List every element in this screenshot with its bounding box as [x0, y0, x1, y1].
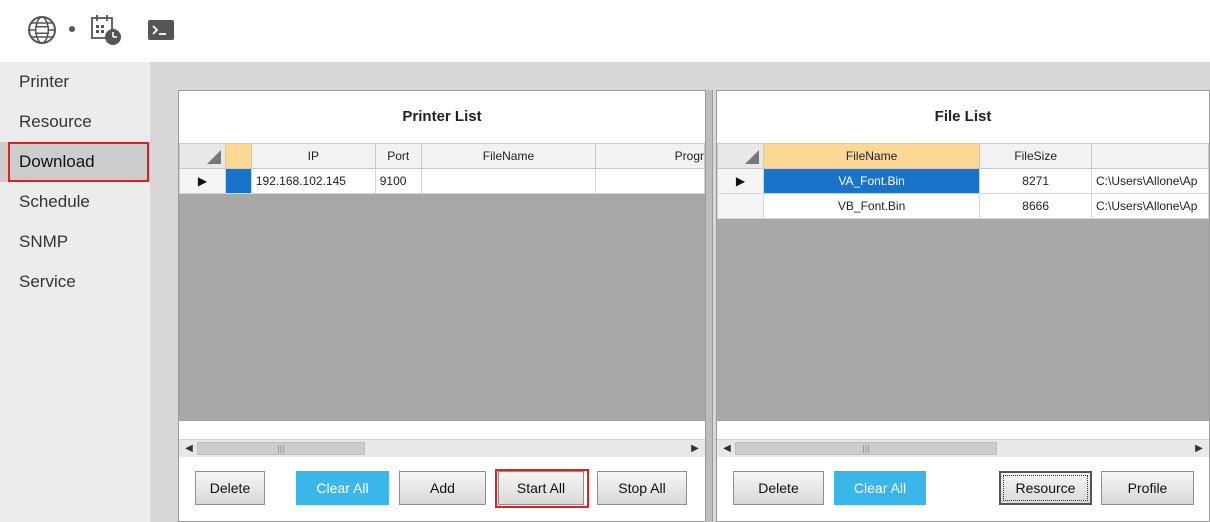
sidebar-item-schedule[interactable]: Schedule [0, 182, 150, 222]
delete-button[interactable]: Delete [195, 471, 265, 505]
toolbar [0, 0, 1210, 62]
scroll-thumb[interactable]: ||| [197, 442, 365, 455]
file-table: FileName FileSize ▶ VA_Font.Bin 8271 C:\… [717, 143, 1209, 219]
row-indicator-icon: ▶ [717, 168, 764, 194]
row-header [717, 193, 764, 219]
add-button[interactable]: Add [399, 471, 486, 505]
download-highlight-outline [8, 142, 149, 182]
selected-column-header [224, 143, 252, 169]
table-row[interactable]: ▶ VA_Font.Bin 8271 C:\Users\Allone\Ap [717, 168, 1209, 194]
selected-cell[interactable] [224, 168, 252, 194]
column-header-filesize[interactable]: FileSize [979, 143, 1093, 169]
printer-list-panel: Printer List IP Port FileName Progr ▶ 19… [178, 90, 706, 522]
sidebar-item-snmp[interactable]: SNMP [0, 222, 150, 262]
printer-table: IP Port FileName Progr ▶ 192.168.102.145… [179, 143, 705, 194]
cell-filename[interactable]: VA_Font.Bin [762, 168, 981, 194]
row-indicator-icon: ▶ [179, 168, 226, 194]
cell-filename[interactable] [420, 168, 597, 194]
profile-button[interactable]: Profile [1101, 471, 1194, 505]
panel-splitter[interactable] [705, 90, 713, 522]
sidebar-item-printer[interactable]: Printer [0, 62, 150, 102]
select-all-corner[interactable] [717, 143, 764, 169]
start-all-highlight-outline [495, 469, 589, 508]
resource-button[interactable]: Resource [999, 471, 1092, 505]
horizontal-scrollbar[interactable]: ◀ ||| ▶ [717, 439, 1209, 457]
sidebar-item-label: Resource [19, 112, 92, 131]
sidebar-item-service[interactable]: Service [0, 262, 150, 302]
sidebar-item-label: SNMP [19, 232, 69, 251]
column-header-ip[interactable]: IP [250, 143, 376, 169]
select-all-corner[interactable] [179, 143, 226, 169]
cell-path[interactable]: C:\Users\Allone\Ap [1091, 168, 1209, 194]
sidebar-item-label: Schedule [19, 192, 90, 211]
sidebar: Printer Resource Download Schedule SNMP … [0, 62, 150, 522]
cell-progress[interactable] [595, 168, 705, 194]
printer-list-title: Printer List [402, 108, 482, 125]
column-header-progress[interactable]: Progr [595, 143, 705, 169]
column-header-port[interactable]: Port [374, 143, 422, 169]
globe-language-icon[interactable] [22, 10, 62, 50]
cell-port[interactable]: 9100 [374, 168, 422, 194]
scroll-right-icon[interactable]: ▶ [687, 440, 703, 457]
stop-all-button[interactable]: Stop All [597, 471, 687, 505]
cell-filename[interactable]: VB_Font.Bin [762, 193, 981, 219]
cell-ip[interactable]: 192.168.102.145 [250, 168, 376, 194]
calendar-clock-icon[interactable] [86, 10, 126, 50]
horizontal-scrollbar[interactable]: ◀ ||| ▶ [179, 439, 705, 457]
clear-all-button[interactable]: Clear All [834, 471, 926, 505]
table-row[interactable]: VB_Font.Bin 8666 C:\Users\Allone\Ap [717, 193, 1209, 219]
sidebar-item-label: Printer [19, 72, 70, 91]
scroll-right-icon[interactable]: ▶ [1191, 440, 1207, 457]
sidebar-item-label: Service [19, 272, 76, 291]
file-list-grid[interactable]: FileName FileSize ▶ VA_Font.Bin 8271 C:\… [717, 143, 1209, 421]
column-header-path[interactable] [1091, 143, 1209, 169]
column-header-filename[interactable]: FileName [420, 143, 597, 169]
terminal-icon[interactable] [140, 10, 180, 50]
scroll-left-icon[interactable]: ◀ [719, 440, 735, 457]
delete-button[interactable]: Delete [733, 471, 824, 505]
column-header-filename[interactable]: FileName [762, 143, 981, 169]
cell-filesize[interactable]: 8666 [979, 193, 1093, 219]
file-list-panel: File List FileName FileSize ▶ VA_Font.Bi… [716, 90, 1210, 522]
cell-filesize[interactable]: 8271 [979, 168, 1093, 194]
scroll-thumb[interactable]: ||| [735, 442, 997, 455]
file-list-title: File List [934, 108, 992, 125]
dropdown-dot-icon[interactable] [69, 26, 75, 32]
sidebar-item-resource[interactable]: Resource [0, 102, 150, 142]
table-row[interactable]: ▶ 192.168.102.145 9100 [179, 168, 705, 194]
clear-all-button[interactable]: Clear All [296, 471, 389, 505]
cell-path[interactable]: C:\Users\Allone\Ap [1091, 193, 1209, 219]
main-area: Printer List IP Port FileName Progr ▶ 19… [150, 62, 1210, 522]
scroll-left-icon[interactable]: ◀ [181, 440, 197, 457]
printer-list-grid[interactable]: IP Port FileName Progr ▶ 192.168.102.145… [179, 143, 705, 421]
